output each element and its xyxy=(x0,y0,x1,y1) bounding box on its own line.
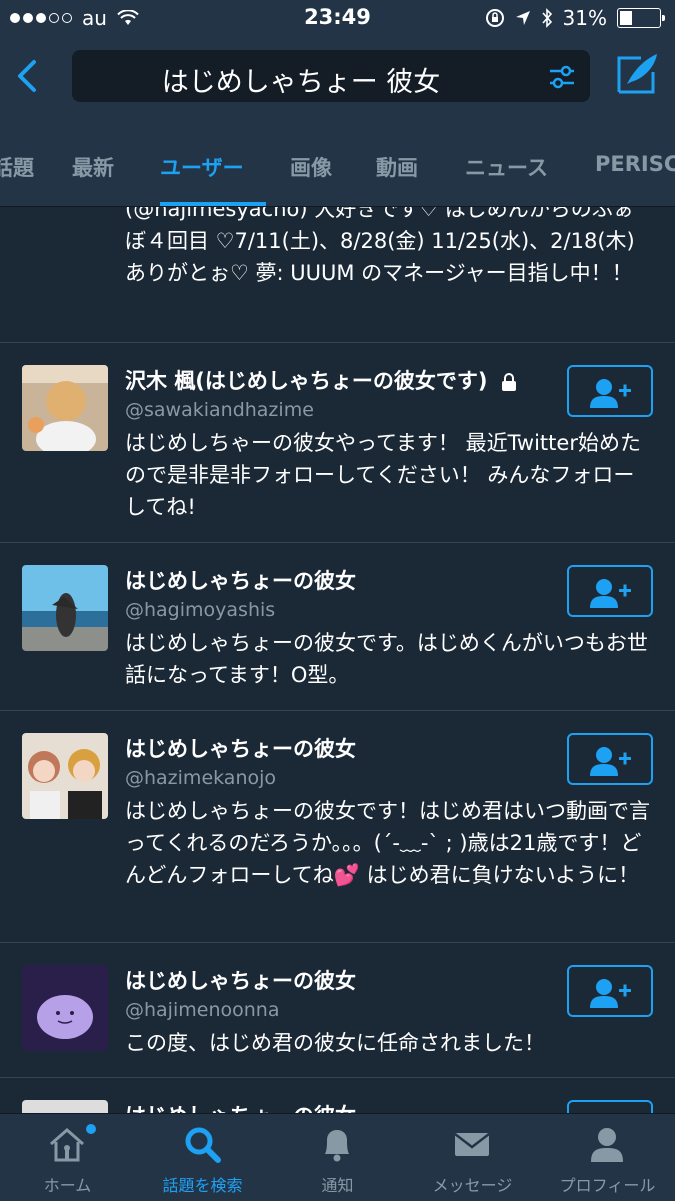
tab-trending[interactable]: 話題 xyxy=(0,152,34,182)
search-query: はじめしゃちょー 彼女 xyxy=(161,67,441,98)
bottom-tab-bar: ホーム 話題を検索 通知 メッセージ プロフィール xyxy=(0,1113,675,1201)
user-row[interactable]: はじめしゃちょーの彼女 @hazimekanojo はじめしゃちょーの彼女です！… xyxy=(0,710,675,943)
tab-users[interactable]: ユーザー xyxy=(160,152,244,182)
follow-button[interactable] xyxy=(567,565,653,617)
status-right: 31% xyxy=(485,6,665,30)
envelope-icon xyxy=(454,1133,490,1156)
two-hearts-icon: 💕 xyxy=(333,863,360,887)
search-icon xyxy=(185,1127,221,1163)
active-tab-indicator xyxy=(160,202,266,206)
add-user-icon xyxy=(590,379,631,408)
add-user-icon xyxy=(590,747,631,776)
user-row[interactable]: はじめしゃちょーの彼女 xyxy=(0,1077,675,1113)
tab-videos[interactable]: 動画 xyxy=(376,152,418,182)
back-chevron-icon[interactable] xyxy=(12,56,42,96)
tab-home-label: ホーム xyxy=(43,1176,92,1195)
notification-dot xyxy=(86,1124,96,1134)
user-name-text: 沢木 楓(はじめしゃちょーの彼女です) xyxy=(125,369,488,393)
compose-tweet-icon[interactable] xyxy=(615,52,659,96)
user-row[interactable]: 沢木 楓(はじめしゃちょーの彼女です) @sawakiandhazime はじめ… xyxy=(0,342,675,543)
user-row[interactable]: はじめしゃちょーの彼女 @hajimenoonna この度、はじめ君の彼女に任命… xyxy=(0,942,675,1078)
user-bio: はじめしゃちょーの彼女です。はじめくんがいつもお世話になってます！O型。 xyxy=(125,631,648,687)
add-user-icon xyxy=(590,579,631,608)
avatar[interactable] xyxy=(22,733,108,819)
nav-bar: はじめしゃちょー 彼女 xyxy=(0,38,675,116)
lock-icon xyxy=(501,373,516,391)
user-name: 沢木 楓(はじめしゃちょーの彼女です) xyxy=(125,365,517,395)
tab-photos[interactable]: 画像 xyxy=(290,152,332,182)
follow-button[interactable] xyxy=(567,965,653,1017)
user-results-list[interactable]: (@hajimesyacho) 大好きです♡ はじめんからのふぁぼ４回目 ♡7/… xyxy=(0,207,675,1113)
avatar[interactable] xyxy=(22,1100,108,1113)
user-handle: @hajimenoonna xyxy=(125,999,280,1021)
search-field[interactable]: はじめしゃちょー 彼女 xyxy=(72,50,590,102)
battery-icon xyxy=(617,8,665,28)
follow-button[interactable] xyxy=(567,365,653,417)
person-icon xyxy=(591,1128,623,1162)
user-bio: この度、はじめ君の彼女に任命されました！ xyxy=(125,1031,545,1055)
bio-text-tail: はじめ君に負けないように！ xyxy=(359,863,640,887)
tab-messages-label: メッセージ xyxy=(432,1176,513,1195)
tab-news[interactable]: ニュース xyxy=(465,152,548,182)
location-arrow-icon xyxy=(515,11,530,25)
tab-search-label: 話題を検索 xyxy=(162,1176,243,1195)
search-tabs: 話題 最新 ユーザー 画像 動画 ニュース PERISCOPE xyxy=(0,116,675,207)
tab-latest[interactable]: 最新 xyxy=(72,152,114,182)
user-handle: @hagimoyashis xyxy=(125,599,276,621)
user-handle: @sawakiandhazime xyxy=(125,399,314,421)
tab-notifications[interactable]: 通知 xyxy=(270,1114,405,1201)
partial-user-bio: (@hajimesyacho) 大好きです♡ はじめんからのふぁぼ４回目 ♡7/… xyxy=(125,207,635,285)
bell-icon xyxy=(325,1130,349,1162)
follow-button[interactable] xyxy=(567,1100,653,1113)
tab-messages[interactable]: メッセージ xyxy=(405,1114,540,1201)
battery-percent: 31% xyxy=(562,6,607,30)
status-bar: au 23:49 31% xyxy=(0,0,675,38)
user-bio: はじめしゃちょーの彼女です！はじめ君はいつ動画で言ってくれるのだろうか。。。(´… xyxy=(125,795,653,891)
avatar[interactable] xyxy=(22,965,108,1051)
home-icon xyxy=(50,1128,84,1162)
filter-icon[interactable] xyxy=(548,63,576,91)
user-name: はじめしゃちょーの彼女 xyxy=(125,1100,356,1113)
user-name: はじめしゃちょーの彼女 xyxy=(125,969,356,993)
user-name: はじめしゃちょーの彼女 xyxy=(125,569,356,593)
tab-home[interactable]: ホーム xyxy=(0,1114,135,1201)
follow-button[interactable] xyxy=(567,733,653,785)
tab-profile[interactable]: プロフィール xyxy=(540,1114,675,1201)
tab-periscope[interactable]: PERISCOPE xyxy=(595,152,675,176)
tab-profile-label: プロフィール xyxy=(559,1176,656,1195)
add-user-icon xyxy=(590,979,631,1008)
tab-search[interactable]: 話題を検索 xyxy=(135,1114,270,1201)
avatar[interactable] xyxy=(22,565,108,651)
bluetooth-icon xyxy=(541,8,552,28)
user-row[interactable]: はじめしゃちょーの彼女 @hagimoyashis はじめしゃちょーの彼女です。… xyxy=(0,542,675,711)
user-bio: はじめしちゃーの彼女やってます！ 最近Twitter始めたので是非是非フォローし… xyxy=(125,431,641,519)
tab-notifications-label: 通知 xyxy=(321,1176,354,1195)
avatar[interactable] xyxy=(22,365,108,451)
user-handle: @hazimekanojo xyxy=(125,767,277,789)
user-name: はじめしゃちょーの彼女 xyxy=(125,737,356,761)
orientation-lock-icon xyxy=(485,9,504,27)
